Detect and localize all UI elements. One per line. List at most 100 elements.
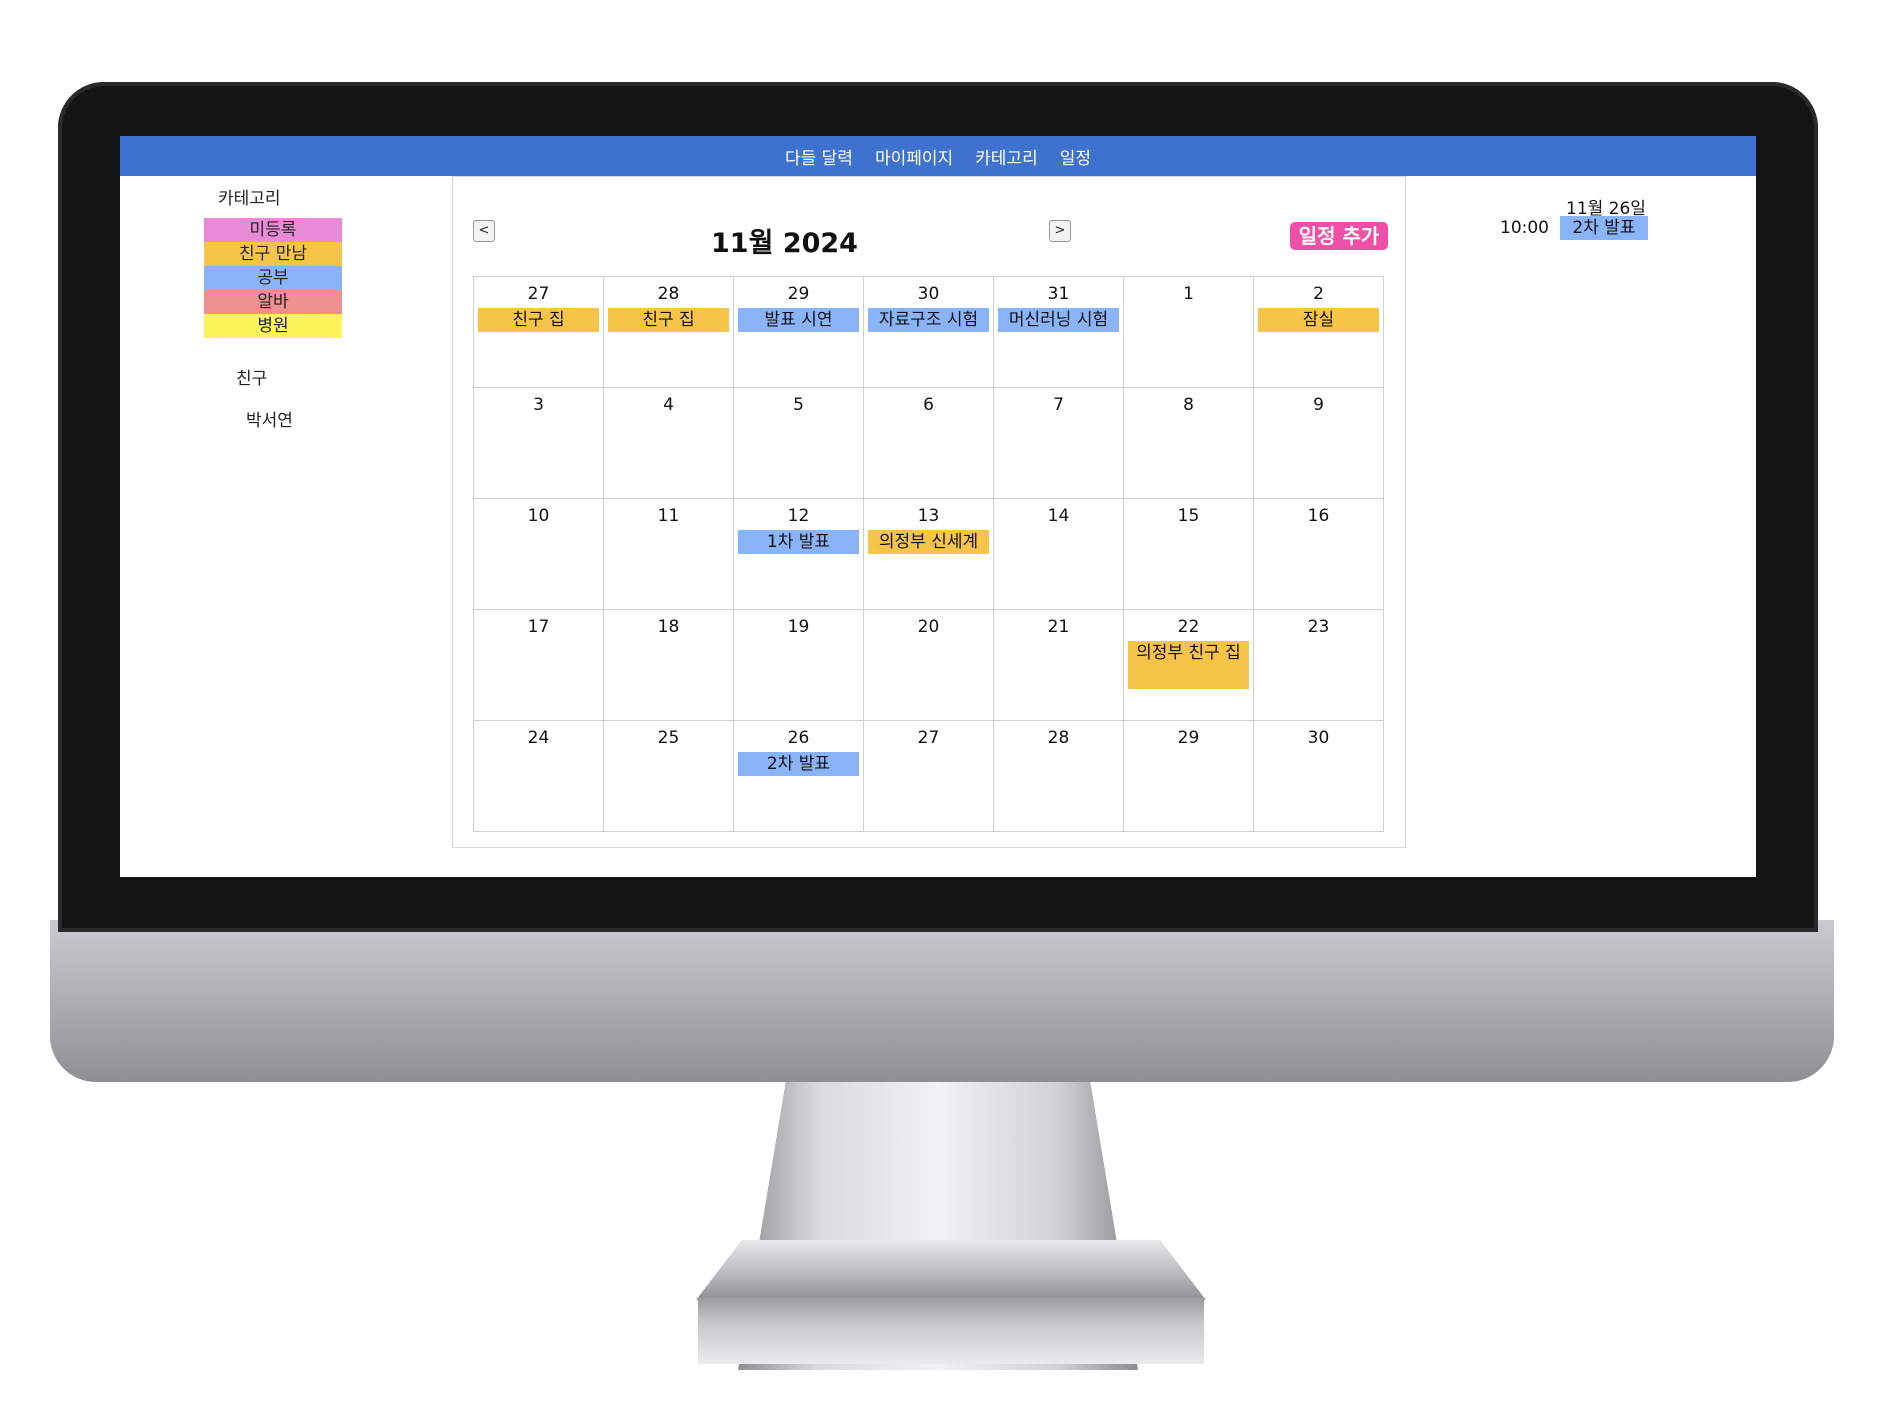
- calendar-day-cell[interactable]: 23: [1254, 610, 1384, 721]
- calendar-day-cell[interactable]: 8: [1124, 388, 1254, 499]
- day-number: 16: [1307, 506, 1330, 526]
- calendar-day-cell[interactable]: 10: [474, 499, 604, 610]
- day-number: 6: [923, 395, 934, 415]
- day-number: 22: [1177, 617, 1200, 637]
- day-number: 14: [1047, 506, 1070, 526]
- calendar-day-cell[interactable]: 29 발표 시연: [734, 277, 864, 388]
- calendar-day-cell[interactable]: 9: [1254, 388, 1384, 499]
- category-heading: 카테고리: [218, 189, 281, 209]
- calendar-grid: 27 친구 집 28 친구 집 29 발표 시연 30 자료구조 시험 31 머신러닝 시험 1 2 잠…: [473, 276, 1384, 832]
- category-item[interactable]: 병원: [204, 314, 342, 338]
- calendar-day-cell[interactable]: 1: [1124, 277, 1254, 388]
- calendar-day-cell[interactable]: 11: [604, 499, 734, 610]
- day-number: 3: [533, 395, 544, 415]
- day-number: 30: [1307, 728, 1330, 748]
- day-number: 25: [657, 728, 680, 748]
- day-number: 31: [1047, 284, 1070, 304]
- calendar-day-cell[interactable]: 22 의정부 친구 집: [1124, 610, 1254, 721]
- calendar-day-cell[interactable]: 28 친구 집: [604, 277, 734, 388]
- day-number: 9: [1313, 395, 1324, 415]
- top-navbar: 다들 달력 마이페이지 카테고리 일정: [120, 136, 1756, 176]
- calendar-day-cell[interactable]: 5: [734, 388, 864, 499]
- day-number: 24: [527, 728, 550, 748]
- calendar-day-cell[interactable]: 4: [604, 388, 734, 499]
- event-chip[interactable]: 2차 발표: [738, 752, 859, 776]
- day-number: 29: [787, 284, 810, 304]
- month-title: 11월 2024: [711, 228, 858, 259]
- nav-category[interactable]: 카테고리: [975, 144, 1038, 169]
- calendar-day-cell[interactable]: 27 친구 집: [474, 277, 604, 388]
- day-number: 30: [917, 284, 940, 304]
- day-number: 8: [1183, 395, 1194, 415]
- day-number: 28: [1047, 728, 1070, 748]
- day-number: 28: [657, 284, 680, 304]
- event-chip[interactable]: 자료구조 시험: [868, 308, 989, 332]
- event-chip[interactable]: 의정부 신세계: [868, 530, 989, 554]
- event-chip[interactable]: 친구 집: [608, 308, 729, 332]
- day-number: 13: [917, 506, 940, 526]
- day-number: 17: [527, 617, 550, 637]
- event-chip[interactable]: 친구 집: [478, 308, 599, 332]
- calendar-day-cell[interactable]: 29: [1124, 721, 1254, 832]
- day-number: 1: [1183, 284, 1194, 304]
- day-number: 4: [663, 395, 674, 415]
- calendar-day-cell[interactable]: 19: [734, 610, 864, 721]
- prev-month-button[interactable]: <: [473, 220, 495, 242]
- calendar-day-cell[interactable]: 2 잠실: [1254, 277, 1384, 388]
- day-number: 29: [1177, 728, 1200, 748]
- day-number: 18: [657, 617, 680, 637]
- calendar-day-cell[interactable]: 31 머신러닝 시험: [994, 277, 1124, 388]
- calendar-day-cell[interactable]: 16: [1254, 499, 1384, 610]
- event-chip[interactable]: 잠실: [1258, 308, 1379, 332]
- calendar-day-cell[interactable]: 20: [864, 610, 994, 721]
- calendar-day-cell[interactable]: 6: [864, 388, 994, 499]
- calendar-day-cell[interactable]: 30: [1254, 721, 1384, 832]
- day-number: 27: [527, 284, 550, 304]
- nav-schedule[interactable]: 일정: [1060, 144, 1091, 169]
- add-event-button[interactable]: 일정 추가: [1290, 222, 1388, 250]
- event-chip[interactable]: 머신러닝 시험: [998, 308, 1119, 332]
- nav-home[interactable]: 다들 달력: [785, 144, 853, 169]
- monitor-stand-base: [696, 1240, 1206, 1300]
- app-screen: 다들 달력 마이페이지 카테고리 일정 카테고리 미등록 친구 만남 공부 알바 병원 …: [120, 136, 1756, 877]
- event-chip[interactable]: 발표 시연: [738, 308, 859, 332]
- friend-item[interactable]: 박서연: [246, 406, 293, 431]
- day-number: 12: [787, 506, 810, 526]
- calendar-day-cell[interactable]: 14: [994, 499, 1124, 610]
- day-number: 7: [1053, 395, 1064, 415]
- day-number: 10: [527, 506, 550, 526]
- calendar-day-cell[interactable]: 25: [604, 721, 734, 832]
- calendar-day-cell[interactable]: 17: [474, 610, 604, 721]
- category-item[interactable]: 미등록: [204, 218, 342, 242]
- event-chip[interactable]: 1차 발표: [738, 530, 859, 554]
- day-number: 11: [657, 506, 680, 526]
- event-chip[interactable]: 의정부 친구 집: [1128, 641, 1249, 689]
- calendar-day-cell[interactable]: 28: [994, 721, 1124, 832]
- calendar-day-cell[interactable]: 26 2차 발표: [734, 721, 864, 832]
- day-number: 5: [793, 395, 804, 415]
- day-number: 23: [1307, 617, 1330, 637]
- calendar-day-cell[interactable]: 21: [994, 610, 1124, 721]
- calendar-day-cell[interactable]: 13 의정부 신세계: [864, 499, 994, 610]
- calendar-day-cell[interactable]: 30 자료구조 시험: [864, 277, 994, 388]
- next-month-button[interactable]: >: [1049, 220, 1071, 242]
- calendar-day-cell[interactable]: 27: [864, 721, 994, 832]
- nav-mypage[interactable]: 마이페이지: [875, 144, 953, 169]
- day-number: 27: [917, 728, 940, 748]
- day-number: 20: [917, 617, 940, 637]
- day-number: 21: [1047, 617, 1070, 637]
- category-item[interactable]: 공부: [204, 266, 342, 290]
- calendar-day-cell[interactable]: 3: [474, 388, 604, 499]
- category-item[interactable]: 친구 만남: [204, 242, 342, 266]
- category-item[interactable]: 알바: [204, 290, 342, 314]
- calendar-day-cell[interactable]: 15: [1124, 499, 1254, 610]
- detail-event[interactable]: 2차 발표: [1560, 216, 1648, 240]
- calendar-day-cell[interactable]: 12 1차 발표: [734, 499, 864, 610]
- category-list: 미등록 친구 만남 공부 알바 병원: [204, 218, 342, 338]
- calendar-day-cell[interactable]: 7: [994, 388, 1124, 499]
- monitor-chin: [50, 920, 1834, 1082]
- monitor-stand-foot: [698, 1298, 1204, 1364]
- calendar-day-cell[interactable]: 24: [474, 721, 604, 832]
- calendar-day-cell[interactable]: 18: [604, 610, 734, 721]
- day-number: 15: [1177, 506, 1200, 526]
